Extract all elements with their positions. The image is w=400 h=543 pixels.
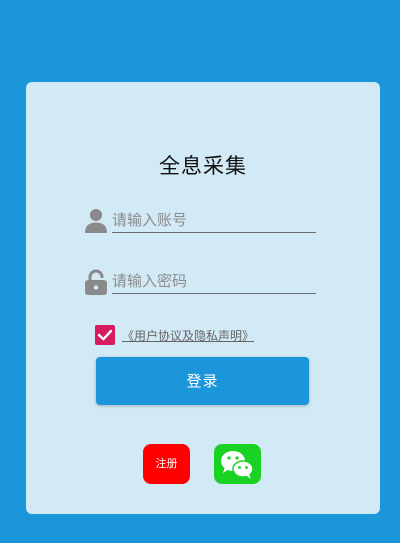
password-field [84,269,316,295]
check-icon [97,329,113,341]
register-button[interactable]: 注册 [143,444,190,484]
login-button[interactable]: 登录 [96,357,309,405]
username-input[interactable] [112,208,316,233]
login-card: 全息采集 《用户协议及隐私声明》 登录 注册 [26,82,380,514]
wechat-icon [221,451,254,479]
agreement-checkbox[interactable] [95,325,115,345]
agreement-link[interactable]: 《用户协议及隐私声明》 [122,327,254,344]
wechat-login-button[interactable] [214,444,261,484]
app-title: 全息采集 [159,154,247,178]
username-field [84,208,316,234]
lock-icon [84,269,108,295]
password-input[interactable] [112,269,316,294]
person-icon [84,208,108,234]
